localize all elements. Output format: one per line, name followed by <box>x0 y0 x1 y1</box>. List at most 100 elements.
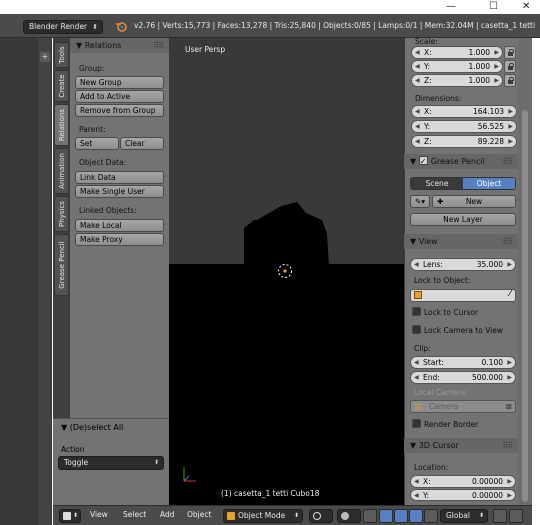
tab-grease-pencil[interactable]: Grease Pencil <box>54 234 69 296</box>
orientation-label: Global <box>446 511 470 520</box>
lock-camera-checkbox[interactable] <box>412 325 421 334</box>
tab-physics[interactable]: Physics <box>54 196 69 232</box>
eyedropper-icon[interactable]: ⁄ <box>509 289 511 299</box>
scene-toggle[interactable]: Scene <box>411 178 463 189</box>
render-engine-label: Blender Render <box>29 22 88 31</box>
lock-camera-to-view-option[interactable]: Lock Camera to View <box>412 325 503 335</box>
render-border-checkbox[interactable] <box>412 419 421 428</box>
3d-viewport[interactable]: User Persp (1) casetta_1 tetti Cubo18 <box>169 38 404 505</box>
field-key: Y: <box>424 62 431 71</box>
clear-icon[interactable]: ⊠ <box>506 401 512 412</box>
mode-select[interactable]: Object Mode ⬍ <box>223 509 303 523</box>
scale-z-field[interactable]: ◀ Z: 1.000 ▶ <box>411 74 503 87</box>
field-key: X: <box>423 477 431 486</box>
object-cube-icon <box>414 291 422 299</box>
maximize-button[interactable]: ☐ <box>489 1 498 12</box>
pivot-point-button[interactable] <box>337 509 361 523</box>
action-select[interactable]: Toggle ⬍ <box>58 456 164 470</box>
lock-scale-y-icon[interactable] <box>504 60 516 73</box>
cursor-y-field[interactable]: ◀ Y: 0.00000 ▶ <box>410 489 516 501</box>
add-to-active-button[interactable]: Add to Active <box>75 90 164 103</box>
tab-label: Animation <box>57 153 66 189</box>
pencil-datablock-icon[interactable]: ✎▾ <box>410 195 430 208</box>
camera-icon <box>415 403 422 410</box>
layer-icon[interactable] <box>424 509 438 523</box>
tab-relations[interactable]: Relations <box>54 104 69 146</box>
make-local-button[interactable]: Make Local <box>75 219 164 232</box>
drag-handle-icon[interactable]: ⠿⠿ <box>502 438 513 453</box>
dropdown-arrows-icon: ⬍ <box>92 23 98 31</box>
collapse-arrow-icon: ▼ <box>76 41 85 50</box>
select-menu[interactable]: Select <box>123 510 146 519</box>
field-value: 35.000 <box>476 260 503 269</box>
object-menu[interactable]: Object <box>187 510 211 519</box>
lock-scale-z-icon[interactable] <box>504 74 516 87</box>
rotate-manipulator-icon[interactable] <box>394 509 408 523</box>
lock-to-object-field[interactable]: ⁄ <box>410 289 516 302</box>
clip-end-field[interactable]: ◀ End: 500.000 ▶ <box>410 371 516 384</box>
axis-gizmo-icon <box>183 467 196 482</box>
grease-pencil-panel-header[interactable]: ▼ Grease Pencil ⠿⠿ <box>404 154 518 169</box>
drag-handle-icon[interactable]: ⠿⠿ <box>153 38 164 53</box>
layers-grid-icon[interactable] <box>493 509 507 523</box>
lock-scale-x-icon[interactable] <box>504 46 516 59</box>
lock-to-cursor-checkbox[interactable] <box>412 307 421 316</box>
parent-clear-button[interactable]: Clear <box>120 137 164 150</box>
link-data-button[interactable]: Link Data <box>75 171 164 184</box>
lock-to-cursor-option[interactable]: Lock to Cursor <box>412 307 478 317</box>
field-value: 500.000 <box>471 373 503 382</box>
cursor-x-field[interactable]: ◀ X: 0.00000 ▶ <box>410 475 516 488</box>
render-engine-select[interactable]: Blender Render ⬍ <box>23 20 103 34</box>
shading-sphere-icon <box>313 512 321 520</box>
collapse-arrow-icon: ▼ <box>61 423 70 432</box>
scale-x-field[interactable]: ◀ X: 1.000 ▶ <box>411 46 503 59</box>
new-group-button[interactable]: New Group <box>75 76 164 89</box>
add-menu[interactable]: Add <box>160 510 175 519</box>
dimension-z-field[interactable]: ◀ Z: 89.228 ▶ <box>411 135 517 148</box>
make-single-user-button[interactable]: Make Single User <box>75 185 164 198</box>
drag-handle-icon[interactable]: ⠿⠿ <box>502 154 513 169</box>
object-origin-icon <box>278 264 292 278</box>
new-label: New <box>465 197 483 206</box>
object-toggle[interactable]: Object <box>463 178 515 189</box>
scale-manipulator-icon[interactable] <box>409 509 423 523</box>
translate-manipulator-icon[interactable] <box>379 509 393 523</box>
scrollbar-thumb[interactable] <box>522 110 528 502</box>
view-panel-header[interactable]: ▼ View ⠿⠿ <box>404 234 518 249</box>
local-camera-field[interactable]: Camera ⊠ <box>410 400 516 413</box>
clip-start-field[interactable]: ◀ Start: 0.100 ▶ <box>410 356 516 369</box>
tool-shelf-tabs: Tools Create Relations Animation Physics… <box>53 38 70 418</box>
field-value: 1.000 <box>468 62 490 71</box>
pivot-icon <box>341 512 349 520</box>
orientation-select[interactable]: Global ⬍ <box>440 509 488 523</box>
make-proxy-button[interactable]: Make Proxy <box>75 233 164 246</box>
tab-animation[interactable]: Animation <box>54 148 69 194</box>
drag-handle-icon[interactable]: ⠿⠿ <box>502 234 513 249</box>
expand-region-button[interactable]: + <box>40 52 50 62</box>
render-border-option[interactable]: Render Border <box>412 419 478 429</box>
3d-cursor-panel-header[interactable]: ▼ 3D Cursor ⠿⠿ <box>404 438 518 453</box>
new-grease-pencil-button[interactable]: ✚ New <box>432 195 516 208</box>
close-button[interactable]: ✕ <box>522 1 530 12</box>
parent-set-button[interactable]: Set <box>75 137 119 150</box>
relations-panel-header[interactable]: ▼ Relations ⠿⠿ <box>70 38 169 53</box>
manipulator-toggle-icon[interactable] <box>363 509 377 523</box>
remove-from-group-button[interactable]: Remove from Group <box>75 104 164 117</box>
view-name: User Persp <box>185 45 226 54</box>
view-menu[interactable]: View <box>90 510 108 519</box>
tab-create[interactable]: Create <box>54 70 69 102</box>
lens-field[interactable]: ◀ Lens: 35.000 ▶ <box>410 258 516 271</box>
layers-grid-icon-2[interactable] <box>509 509 523 523</box>
window-edge <box>532 38 540 525</box>
properties-scrollbar[interactable] <box>518 38 532 505</box>
dimension-y-field[interactable]: ◀ Y: 56.525 ▶ <box>411 120 517 133</box>
minimize-button[interactable]: — <box>446 1 456 12</box>
operator-panel-header[interactable]: ▼ (De)select All <box>61 423 123 432</box>
new-layer-button[interactable]: New Layer <box>410 213 516 226</box>
viewport-shading-button[interactable] <box>309 509 333 523</box>
scale-y-field[interactable]: ◀ Y: 1.000 ▶ <box>411 60 503 73</box>
tab-tools[interactable]: Tools <box>54 42 69 68</box>
dimension-x-field[interactable]: ◀ X: 164.103 ▶ <box>411 105 517 118</box>
editor-type-button[interactable]: ⬍ <box>59 509 81 523</box>
grease-pencil-checkbox[interactable] <box>418 154 428 169</box>
